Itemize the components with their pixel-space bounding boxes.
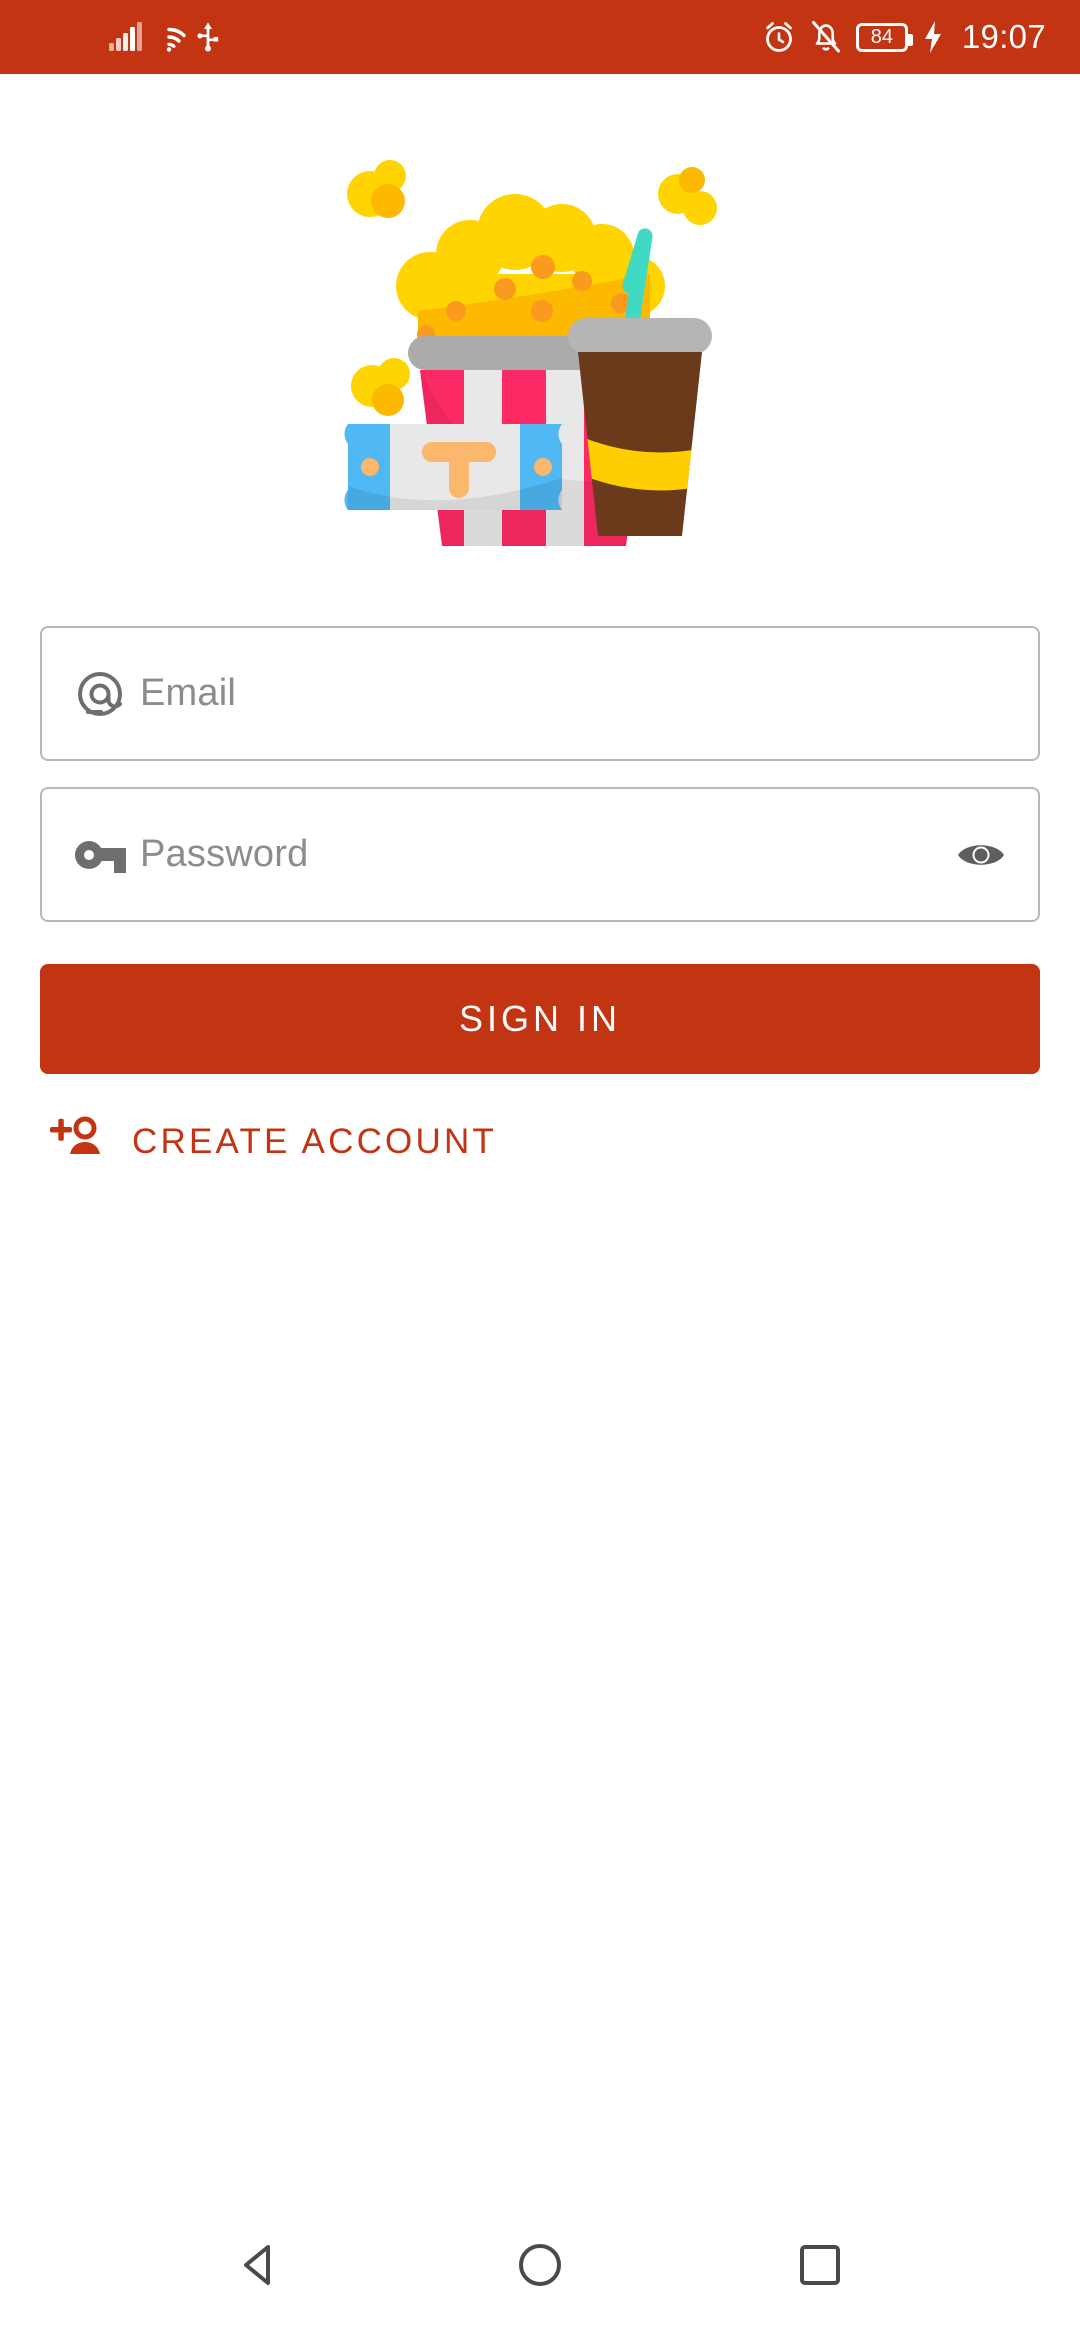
cinema-tickets: [344, 424, 562, 510]
status-bar-clock: 19:07: [961, 18, 1046, 55]
popcorn-kernel-float-right: [658, 167, 717, 225]
password-field[interactable]: Password: [40, 787, 1040, 922]
popcorn-kernel-float-lower-left: [351, 358, 410, 416]
alarm-clock-icon: [762, 20, 796, 54]
eye-icon[interactable]: [940, 837, 1006, 873]
sign-in-label: SIGN IN: [458, 998, 621, 1039]
status-bar-right: 84 19:07: [762, 18, 1046, 56]
sign-in-button[interactable]: SIGN IN: [40, 964, 1040, 1074]
home-circle-icon[interactable]: [514, 2239, 566, 2291]
signal-bars-icon: [108, 22, 142, 52]
login-content: Email Password SIGN IN CREATE ACCOUNT: [0, 96, 1080, 1167]
at-sign-icon: [74, 668, 140, 720]
email-field[interactable]: Email: [40, 626, 1040, 761]
android-navigation-bar: [0, 2190, 1080, 2340]
popcorn-cinema-illustration: [40, 96, 1040, 596]
status-bar: 84 19:07: [0, 0, 1080, 74]
status-bar-left: [108, 22, 220, 52]
recents-square-icon[interactable]: [794, 2239, 846, 2291]
key-icon: [74, 835, 140, 875]
back-triangle-icon[interactable]: [234, 2239, 286, 2291]
person-add-icon: [50, 1116, 106, 1167]
popcorn-illustration-svg: [344, 160, 717, 546]
popcorn-kernel-float-left: [347, 160, 406, 218]
cup-lid: [568, 318, 712, 354]
usb-icon: [196, 22, 220, 52]
create-account-button[interactable]: CREATE ACCOUNT: [40, 1116, 497, 1167]
password-placeholder: Password: [140, 833, 309, 875]
email-placeholder: Email: [140, 672, 237, 714]
charging-bolt-icon: [922, 20, 944, 54]
wifi-icon: [152, 22, 186, 52]
battery-level-label: 84: [870, 26, 894, 48]
bell-muted-icon: [810, 20, 842, 54]
login-fields: Email Password: [40, 626, 1040, 922]
create-account-label: CREATE ACCOUNT: [132, 1121, 498, 1161]
battery-icon: 84: [855, 22, 913, 52]
